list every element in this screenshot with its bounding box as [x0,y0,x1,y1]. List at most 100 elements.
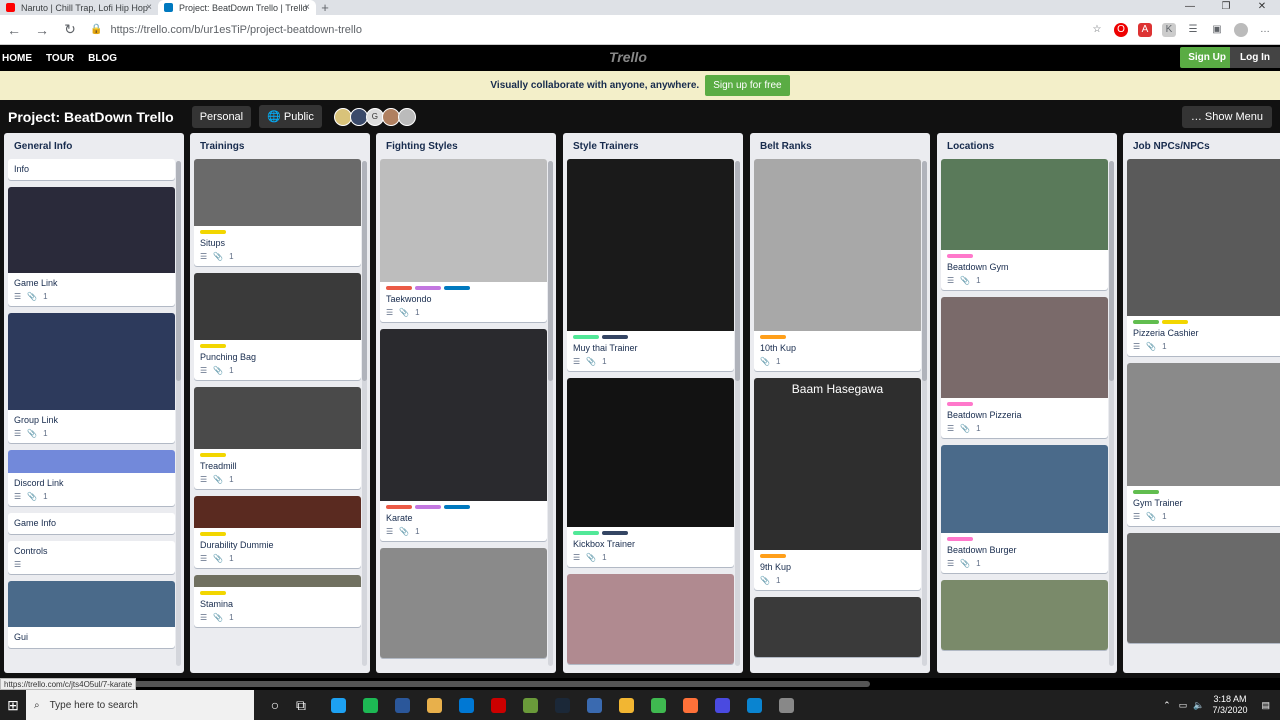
list-scrollbar[interactable] [362,161,367,666]
taskbar-app-icon[interactable] [546,690,578,720]
taskbar-app-icon[interactable] [450,690,482,720]
card-label[interactable] [415,505,441,509]
board-horizontal-scrollbar[interactable] [0,678,1280,690]
close-tab-icon[interactable]: × [146,2,152,13]
notifications-icon[interactable]: ▤ [1261,700,1270,711]
minimize-icon[interactable]: — [1172,0,1208,14]
trello-logo[interactable]: Trello [609,49,647,65]
card-label[interactable] [573,335,599,339]
taskbar-app-icon[interactable] [706,690,738,720]
card[interactable]: Beatdown Burger ☰ 📎 1 [941,445,1108,573]
taskbar-app-icon[interactable] [642,690,674,720]
taskbar-app-icon[interactable] [610,690,642,720]
card-label[interactable] [444,286,470,290]
list-title[interactable]: Locations [937,133,1117,159]
card-label[interactable] [947,402,973,406]
card[interactable]: Muy thai Trainer ☰ 📎 1 [567,159,734,371]
list-title[interactable]: General Info [4,133,184,159]
show-menu-button[interactable]: … Show Menu [1181,106,1272,128]
card[interactable]: Beatdown Pizzeria ☰ 📎 1 [941,297,1108,438]
card-label[interactable] [1162,320,1188,324]
list-scrollbar[interactable] [922,161,927,666]
more-icon[interactable]: … [1258,23,1272,37]
favorites-icon[interactable]: ☰ [1186,23,1200,37]
card[interactable]: Discord Link ☰ 📎 1 [8,450,175,506]
taskbar-app-icon[interactable] [322,690,354,720]
refresh-icon[interactable]: ↻ [56,21,84,38]
close-window-icon[interactable]: ✕ [1244,0,1280,14]
browser-tab-trello[interactable]: Project: BeatDown Trello | Trello × [158,0,316,15]
extension-icon[interactable]: K [1162,22,1176,37]
card[interactable] [1127,533,1280,643]
network-icon[interactable]: ▭ [1179,700,1188,711]
taskbar-app-icon[interactable] [386,690,418,720]
card-label[interactable] [200,532,226,536]
card[interactable]: Game Info [8,513,175,534]
list-scrollbar[interactable] [1109,161,1114,666]
card[interactable]: Gym Trainer ☰ 📎 1 [1127,363,1280,526]
card-label[interactable] [760,554,786,558]
card-label[interactable] [1133,490,1159,494]
card-label[interactable] [386,286,412,290]
collections-icon[interactable]: ▣ [1210,23,1224,37]
card-label[interactable] [760,335,786,339]
card[interactable]: Controls ☰ [8,541,175,574]
card-label[interactable] [1133,320,1159,324]
nav-tour[interactable]: TOUR [46,53,74,64]
tray-chevron-icon[interactable]: ⌃ [1163,700,1171,711]
maximize-icon[interactable]: ❐ [1208,0,1244,14]
card-label[interactable] [602,531,628,535]
taskbar-app-icon[interactable] [482,690,514,720]
card[interactable]: Info [8,159,175,180]
address-bar[interactable]: 🔒 https://trello.com/b/ur1esTiP/project-… [90,19,1050,41]
browser-tab-youtube[interactable]: Naruto | Chill Trap, Lofi Hip Hop × [0,0,158,15]
card[interactable] [380,548,547,658]
personal-button[interactable]: Personal [191,105,252,128]
scrollbar-thumb[interactable] [548,161,553,381]
card[interactable]: Kickbox Trainer ☰ 📎 1 [567,378,734,567]
list-title[interactable]: Belt Ranks [750,133,930,159]
card[interactable]: Durability Dummie ☰ 📎 1 [194,496,361,568]
card-label[interactable] [947,537,973,541]
close-tab-icon[interactable]: × [304,2,310,13]
opera-icon[interactable]: O [1114,22,1128,37]
board-title[interactable]: Project: BeatDown Trello [8,109,174,125]
card[interactable]: 10th Kup 📎 1 [754,159,921,371]
card[interactable]: Situps ☰ 📎 1 [194,159,361,266]
card-label[interactable] [415,286,441,290]
list-title[interactable]: Trainings [190,133,370,159]
sign-up-free-button[interactable]: Sign up for free [705,75,790,96]
log-in-button[interactable]: Log In [1230,47,1280,68]
taskbar-app-icon[interactable] [674,690,706,720]
list-scrollbar[interactable] [176,161,181,666]
sign-up-button[interactable]: Sign Up [1180,47,1234,68]
card-label[interactable] [200,344,226,348]
card-label[interactable] [200,591,226,595]
adblock-icon[interactable]: A [1138,22,1152,37]
card[interactable]: Punching Bag ☰ 📎 1 [194,273,361,380]
card[interactable]: Pizzeria Cashier ☰ 📎 1 [1127,159,1280,356]
card-label[interactable] [947,254,973,258]
new-tab-button[interactable]: + [316,0,334,15]
taskbar-app-icon[interactable] [578,690,610,720]
card[interactable]: Beatdown Gym ☰ 📎 1 [941,159,1108,290]
list-title[interactable]: Style Trainers [563,133,743,159]
card-label[interactable] [386,505,412,509]
card[interactable]: Karate ☰ 📎 1 [380,329,547,541]
card[interactable]: Taekwondo ☰ 📎 1 [380,159,547,322]
taskbar-app-icon[interactable] [514,690,546,720]
scrollbar-thumb[interactable] [176,161,181,381]
taskbar-app-icon[interactable] [738,690,770,720]
list-title[interactable]: Job NPCs/NPCs [1123,133,1280,159]
clock[interactable]: 3:18 AM 7/3/2020 [1212,694,1247,716]
card[interactable]: Stamina ☰ 📎 1 [194,575,361,627]
card[interactable]: Treadmill ☰ 📎 1 [194,387,361,489]
scrollbar-thumb[interactable] [735,161,740,381]
taskbar-app-icon[interactable] [354,690,386,720]
card-label[interactable] [200,453,226,457]
card[interactable] [567,574,734,664]
nav-home[interactable]: HOME [2,53,32,64]
profile-icon[interactable] [1234,22,1248,37]
card[interactable]: Baam Hasegawa 9th Kup 📎 1 [754,378,921,590]
taskbar-app-icon[interactable] [770,690,802,720]
